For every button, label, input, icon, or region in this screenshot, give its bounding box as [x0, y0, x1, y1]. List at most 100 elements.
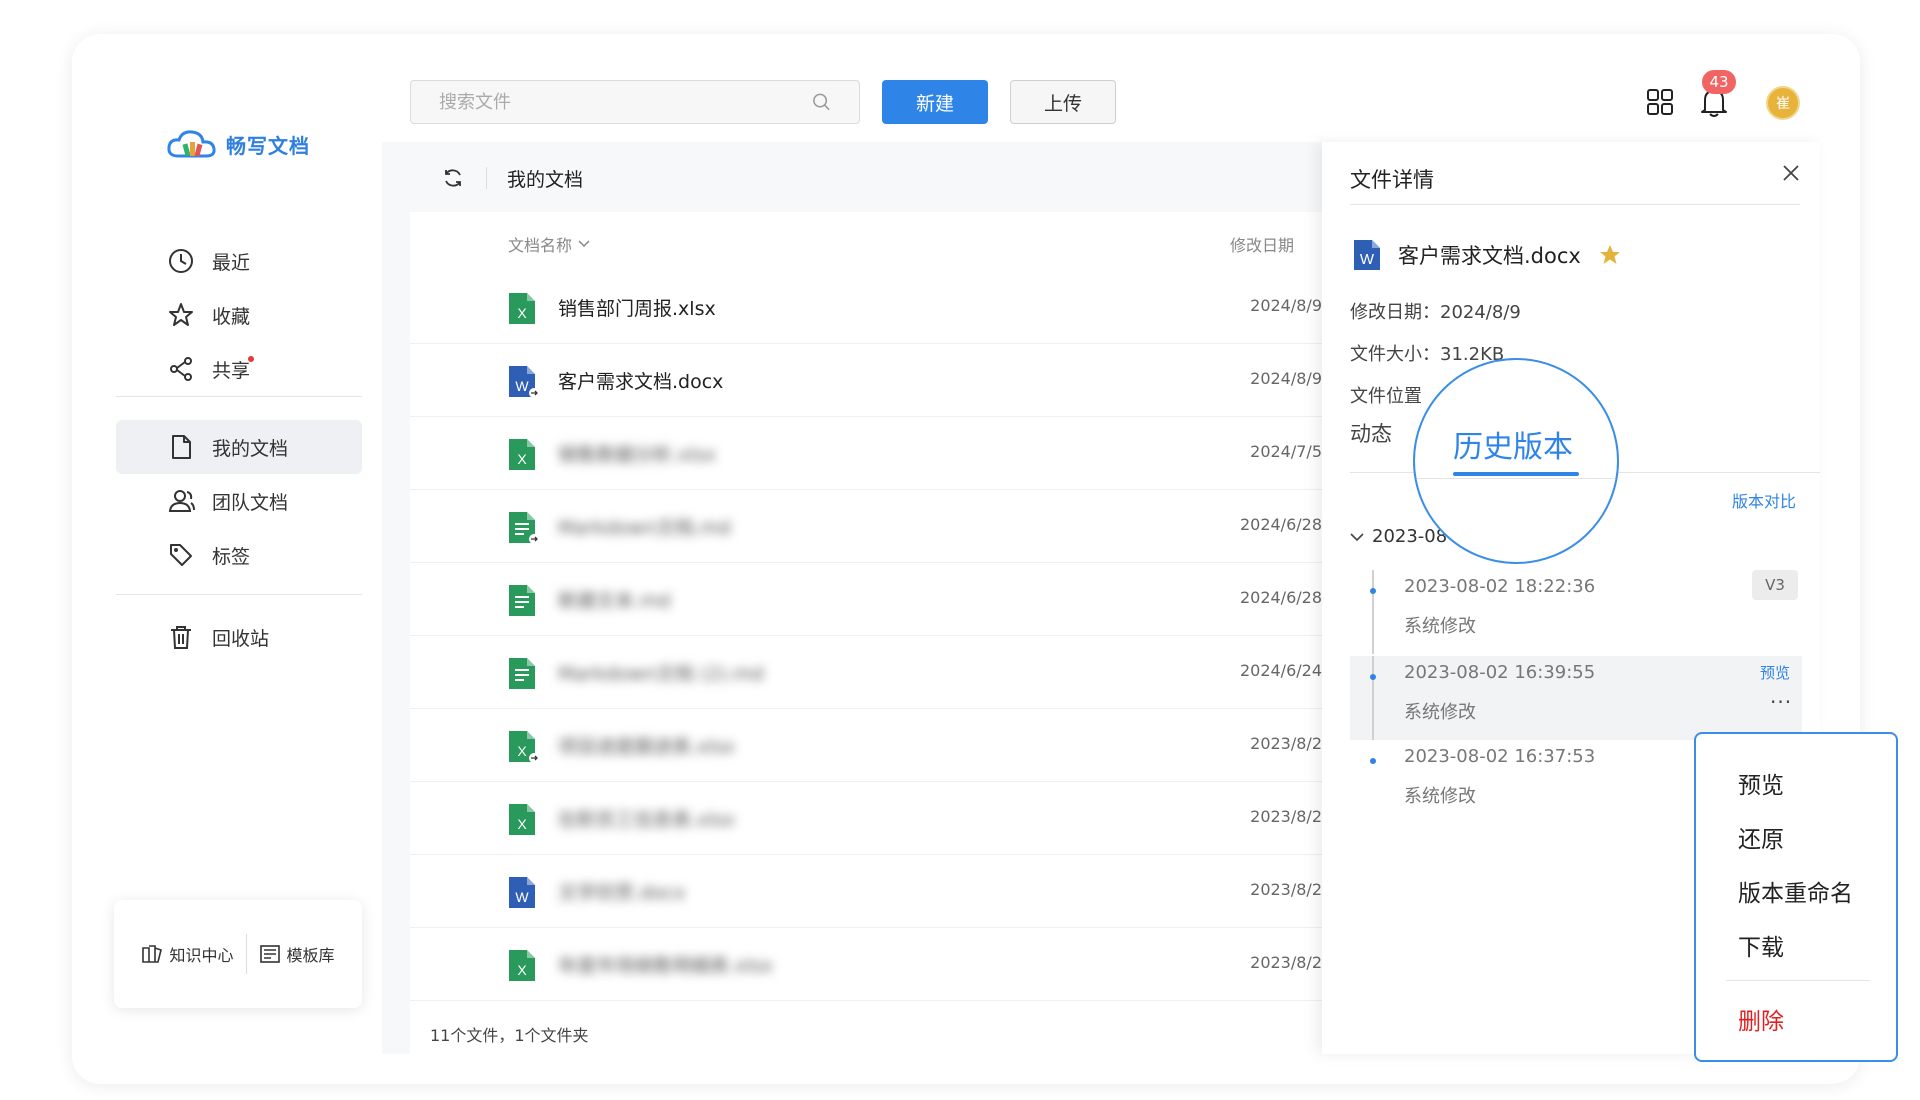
excel-file-icon: X [509, 950, 535, 981]
file-modified-date: 2024/8/9 [1250, 369, 1322, 388]
excel-file-icon: X [509, 293, 535, 324]
tag-icon [170, 544, 192, 566]
version-time: 2023-08-02 18:22:36 [1404, 576, 1596, 597]
avatar[interactable]: 崔 [1766, 86, 1800, 120]
file-name[interactable]: Markdown文档.md [558, 513, 731, 540]
version-tag: V3 [1752, 570, 1798, 600]
app-logo[interactable]: 畅写文档 [166, 128, 310, 160]
file-name[interactable]: 客户需求文档.docx [558, 367, 723, 394]
details-title: 文件详情 [1350, 168, 1434, 192]
sidebar-item-team-docs[interactable]: 团队文档 [116, 474, 362, 528]
menu-item-preview[interactable]: 预览 [1738, 766, 1784, 800]
apps-grid-icon[interactable] [1646, 88, 1674, 116]
divider [486, 167, 487, 189]
chevron-down-icon [578, 240, 590, 248]
file-modified-date: 2023/8/2 [1250, 880, 1322, 899]
table-row[interactable]: W 客户需求文档.docx 2024/8/9 [410, 345, 1322, 417]
file-name[interactable]: 文学欣赏.docx [558, 878, 685, 905]
tabs-divider [1415, 478, 1617, 479]
new-button[interactable]: 新建 [882, 80, 988, 124]
close-icon[interactable] [1782, 164, 1800, 182]
version-compare-link[interactable]: 版本对比 [1732, 488, 1796, 512]
clock-icon [169, 249, 193, 273]
file-name[interactable]: 销售部门周报.xlsx [558, 294, 716, 321]
details-file: W 客户需求文档.docx [1352, 238, 1621, 272]
file-list: 文档名称 修改日期 X 销售部门周报.xlsx 2024/8/9 W 客户需求文档.do… [410, 212, 1322, 1054]
version-group-header[interactable]: 2023-08 [1350, 526, 1447, 547]
file-modified-date: 2024/6/28 [1239, 515, 1322, 534]
file-list-header: 文档名称 修改日期 [410, 232, 1322, 262]
tab-activity[interactable]: 动态 [1350, 418, 1392, 448]
version-item[interactable]: 2023-08-02 18:22:36 系统修改 V3 [1350, 570, 1802, 654]
menu-item-delete[interactable]: 删除 [1738, 1002, 1784, 1036]
template-icon [259, 945, 280, 963]
word-file-icon: W [509, 877, 535, 908]
file-name[interactable]: 新建文本.md [558, 586, 671, 613]
sidebar-item-my-docs[interactable]: 我的文档 [116, 420, 362, 474]
table-row[interactable]: X 销售数据分析.xlsx 2024/7/5 [410, 418, 1322, 490]
menu-divider [1726, 980, 1870, 981]
file-modified-date: 2024/8/9 [1250, 296, 1322, 315]
sidebar-divider [116, 396, 362, 397]
excel-file-icon: X [509, 804, 535, 835]
version-item[interactable]: 2023-08-02 16:39:55 系统修改 预览 ··· [1350, 656, 1802, 740]
template-library-link[interactable]: 模板库 [247, 942, 347, 966]
sidebar-item-tags[interactable]: 标签 [116, 528, 362, 582]
file-name[interactable]: 年度市场销售明细表.xlsx [558, 951, 773, 978]
sidebar-nav-trash: 回收站 [116, 610, 362, 664]
table-row[interactable]: Markdown文档 (2).md 2024/6/24 [410, 637, 1322, 709]
sidebar-item-shared[interactable]: 共享 [116, 342, 362, 396]
more-options-button[interactable]: ··· [1770, 690, 1792, 714]
sidebar-nav: 最近 收藏 共享 [116, 234, 362, 396]
version-preview-link[interactable]: 预览 [1760, 662, 1790, 683]
table-row[interactable]: X 销售部门周报.xlsx 2024/8/9 [410, 272, 1322, 344]
svg-text:X: X [517, 962, 527, 978]
unread-dot [248, 356, 254, 362]
menu-item-download[interactable]: 下载 [1738, 928, 1784, 962]
markdown-file-icon [509, 512, 539, 544]
svg-text:W: W [515, 378, 529, 394]
document-icon [172, 435, 191, 459]
tab-history-highlight: 历史版本 [1413, 358, 1619, 564]
file-name[interactable]: 项目进度跟进表.xlsx [558, 732, 735, 759]
sidebar-item-trash[interactable]: 回收站 [116, 610, 362, 664]
timeline-line [1372, 570, 1374, 654]
svg-text:X: X [517, 305, 527, 321]
sidebar-item-label: 标签 [212, 545, 251, 568]
timeline-dot [1370, 758, 1376, 764]
table-row[interactable]: Markdown文档.md 2024/6/28 [410, 491, 1322, 563]
table-row[interactable]: X 项目进度跟进表.xlsx 2023/8/2 [410, 710, 1322, 782]
markdown-file-icon [509, 658, 535, 689]
sort-by-name[interactable]: 文档名称 [508, 232, 590, 256]
search-box[interactable] [410, 80, 860, 124]
file-count-summary: 11个文件，1个文件夹 [430, 1026, 589, 1045]
details-location: 文件位置 [1350, 386, 1422, 407]
markdown-file-icon [509, 585, 535, 616]
file-name[interactable]: Markdown文档 (2).md [558, 659, 764, 686]
file-name[interactable]: 销售数据分析.xlsx [558, 440, 716, 467]
tab-history[interactable]: 历史版本 [1453, 422, 1573, 466]
details-file-name: 客户需求文档.docx [1398, 244, 1581, 268]
column-header-date[interactable]: 修改日期 [1230, 232, 1294, 256]
menu-item-restore[interactable]: 还原 [1738, 820, 1784, 854]
active-tab-indicator [1453, 472, 1579, 476]
table-row[interactable]: X 年度市场销售明细表.xlsx 2023/8/2 [410, 929, 1322, 1001]
timeline-dot [1370, 588, 1376, 594]
cloud-logo-icon [167, 130, 216, 158]
sidebar-item-recent[interactable]: 最近 [116, 234, 362, 288]
template-library-label: 模板库 [286, 946, 335, 965]
file-name[interactable]: 在职员工信息表.xlsx [558, 805, 735, 832]
sidebar-item-favorites[interactable]: 收藏 [116, 288, 362, 342]
knowledge-center-link[interactable]: 知识中心 [129, 942, 245, 966]
upload-button[interactable]: 上传 [1010, 80, 1116, 124]
table-row[interactable]: W 文学欣赏.docx 2023/8/2 [410, 856, 1322, 928]
team-icon [168, 490, 195, 512]
favorite-star-icon[interactable] [1599, 244, 1621, 266]
table-row[interactable]: X 在职员工信息表.xlsx 2023/8/2 [410, 783, 1322, 855]
share-icon [170, 357, 192, 381]
search-icon[interactable] [812, 92, 831, 112]
menu-item-rename-version[interactable]: 版本重命名 [1738, 874, 1853, 908]
search-input[interactable] [439, 91, 812, 113]
refresh-icon[interactable] [442, 167, 464, 189]
table-row[interactable]: 新建文本.md 2024/6/28 [410, 564, 1322, 636]
